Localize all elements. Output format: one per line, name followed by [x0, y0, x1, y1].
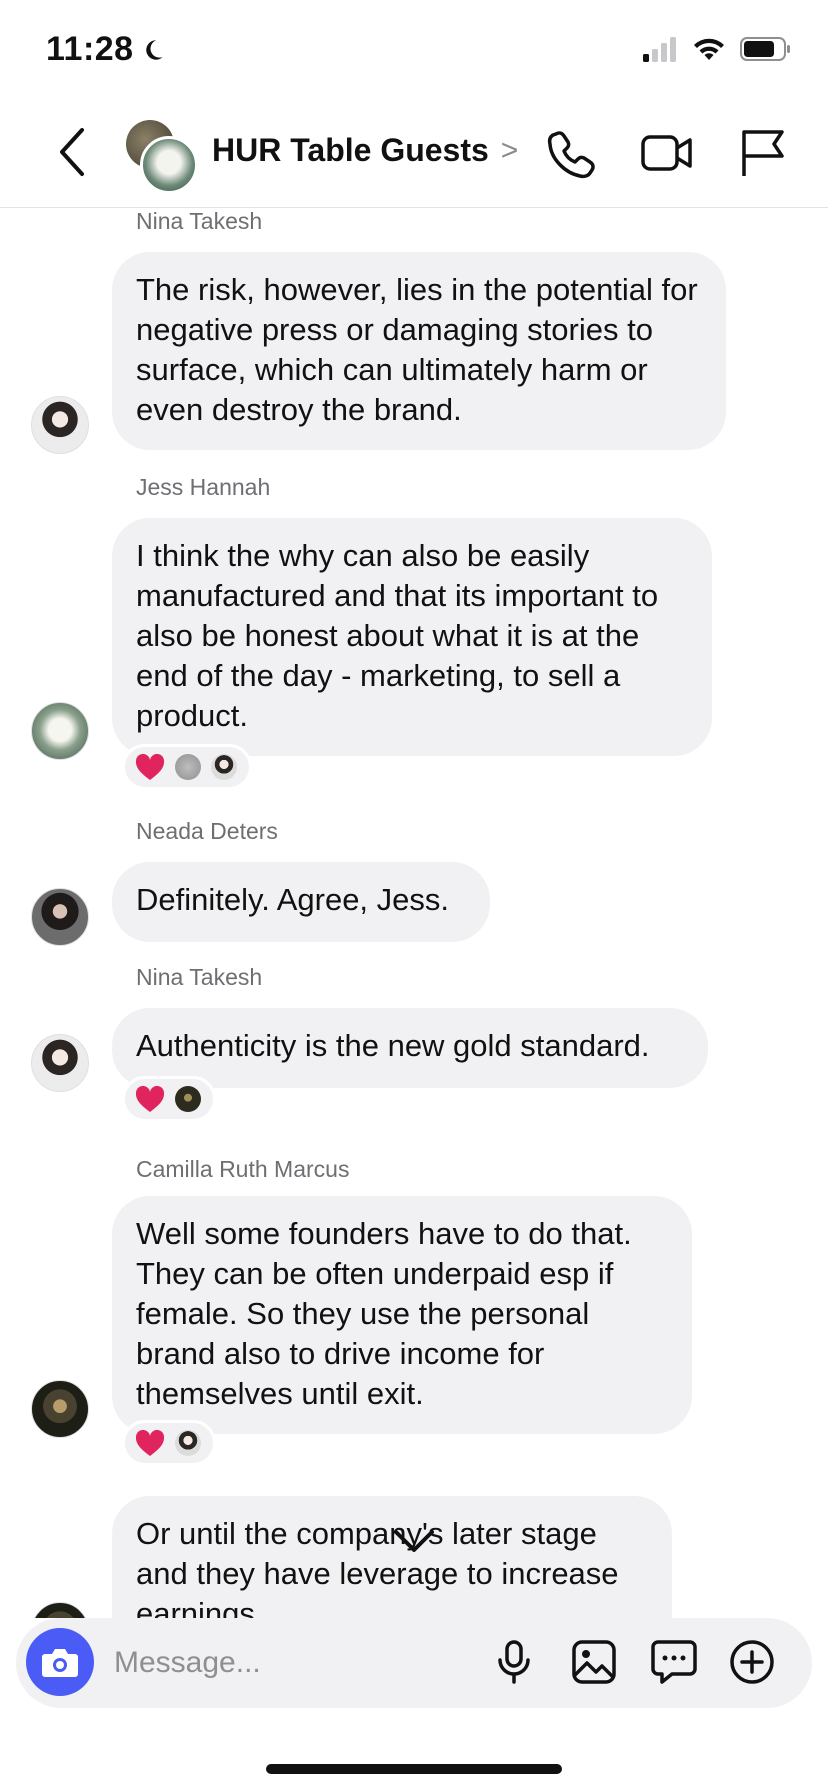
message-reactions[interactable]: [122, 744, 252, 790]
avatar-camilla-ruth-marcus[interactable]: [31, 1380, 89, 1438]
avatar-nina-takesh[interactable]: [31, 1034, 89, 1092]
message-composer: [16, 1618, 812, 1708]
sticker-chat-icon[interactable]: [650, 1638, 698, 1686]
chevron-right-icon: >: [500, 133, 519, 167]
sender-name: Jess Hannah: [136, 474, 271, 500]
sender-name: Neada Deters: [136, 818, 278, 844]
chat-title-text: HUR Table Guests: [212, 132, 489, 168]
message-bubble[interactable]: Or until the company's later stage and t…: [112, 1496, 672, 1618]
camera-button[interactable]: [26, 1628, 94, 1696]
message-bubble[interactable]: Authenticity is the new gold standard.: [112, 1008, 708, 1088]
add-circle-icon[interactable]: [728, 1638, 776, 1686]
sender-name: Nina Takesh: [136, 208, 263, 234]
message-list[interactable]: Nina Takesh The risk, however, lies in t…: [0, 208, 828, 1618]
clock-text: 11:28: [46, 30, 134, 68]
flag-icon[interactable]: [736, 126, 790, 180]
battery-icon: [740, 37, 790, 61]
message-bubble[interactable]: The risk, however, lies in the potential…: [112, 252, 726, 450]
avatar-nina-takesh[interactable]: [31, 396, 89, 454]
avatar-neada-deters[interactable]: [31, 888, 89, 946]
message-reactions[interactable]: [122, 1076, 216, 1122]
reactor-avatar: [175, 1430, 201, 1456]
message-reactions[interactable]: [122, 1420, 216, 1466]
scroll-down-chevron-icon[interactable]: [390, 1526, 438, 1556]
heart-reaction-icon: [135, 753, 165, 780]
microphone-icon[interactable]: [490, 1638, 538, 1686]
message-input[interactable]: [112, 1640, 436, 1686]
status-time: 11:28: [46, 30, 166, 69]
back-arrow-icon[interactable]: [52, 126, 92, 178]
reactor-avatar: [211, 754, 237, 780]
group-avatar-front: [140, 136, 198, 194]
avatar-camilla-ruth-marcus[interactable]: [31, 1602, 89, 1618]
chat-title[interactable]: HUR Table Guests >: [212, 132, 518, 169]
avatar-jess-hannah[interactable]: [31, 702, 89, 760]
camera-icon: [42, 1649, 78, 1677]
cellular-signal-icon: [643, 37, 676, 62]
message-bubble[interactable]: Definitely. Agree, Jess.: [112, 862, 490, 942]
group-avatar[interactable]: [126, 120, 198, 194]
heart-reaction-icon: [135, 1429, 165, 1456]
home-indicator[interactable]: [266, 1764, 562, 1774]
reactor-avatar: [175, 754, 201, 780]
moon-icon: [145, 39, 163, 60]
sender-name: Camilla Ruth Marcus: [136, 1156, 350, 1182]
gallery-icon[interactable]: [570, 1638, 618, 1686]
sender-name: Nina Takesh: [136, 964, 263, 990]
heart-reaction-icon: [135, 1085, 165, 1112]
message-bubble[interactable]: Well some founders have to do that. They…: [112, 1196, 692, 1434]
wifi-icon: [694, 38, 724, 60]
phone-icon[interactable]: [544, 126, 598, 180]
message-bubble[interactable]: I think the why can also be easily manuf…: [112, 518, 712, 756]
reactor-avatar: [175, 1086, 201, 1112]
status-indicators: [642, 36, 792, 62]
status-bar: 11:28: [0, 0, 828, 100]
chat-header: HUR Table Guests >: [0, 100, 828, 208]
video-call-icon[interactable]: [640, 126, 694, 180]
